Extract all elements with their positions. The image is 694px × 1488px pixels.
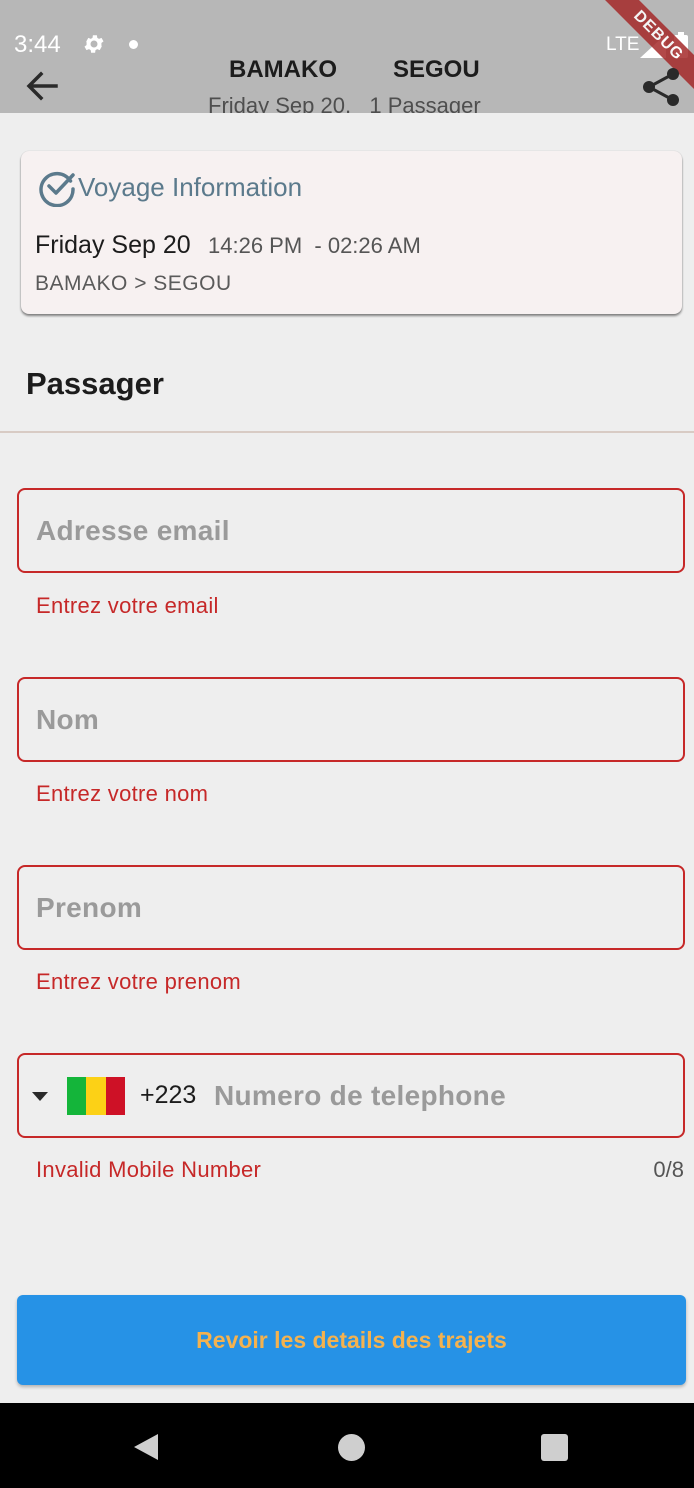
nom-error: Entrez votre nom [36,781,209,806]
nav-home-icon[interactable] [338,1434,365,1461]
phone-field[interactable]: +223 Numero de telephone [17,1053,685,1138]
notification-dot-icon [129,40,138,49]
trip-route: BAMAKO > SEGOU [35,272,232,295]
divider [0,431,694,433]
section-title: Passager [26,366,164,401]
mali-flag-icon[interactable] [67,1077,125,1115]
route-title: BAMAKO SEGOU [0,55,694,85]
flag-stripe-red [105,1077,125,1115]
route-to: SEGOU [393,56,480,83]
prenom-field[interactable]: Prenom [17,865,685,950]
flag-stripe-yellow [86,1077,106,1115]
share-icon[interactable] [640,66,682,108]
card-title: Voyage Information [78,172,303,202]
email-placeholder: Adresse email [36,515,230,546]
voyage-info-card: Voyage Information Friday Sep 20 14:26 P… [21,151,682,314]
gear-icon [84,35,104,53]
flag-stripe-green [67,1077,87,1115]
trip-time: 14:26 PM - 02:26 AM [208,233,421,258]
prenom-placeholder: Prenom [36,892,143,923]
phone-error: Invalid Mobile Number [36,1157,262,1182]
system-nav-bar [0,1403,694,1488]
route-subtitle: Friday Sep 20, 1 Passager [208,93,481,113]
trip-date: Friday Sep 20 [35,231,191,259]
prenom-error: Entrez votre prenom [36,969,242,994]
chevron-down-icon[interactable] [29,1085,51,1107]
check-circle-icon [39,171,75,207]
app-bar: 3:44 LTE DEBUG BAMAKO SEGOU Friday Sep 2… [0,0,694,113]
nav-back-icon[interactable] [132,1432,160,1462]
review-trip-details-button[interactable]: Revoir les details des trajets [17,1295,686,1385]
nav-recents-icon[interactable] [541,1434,568,1461]
phone-char-counter: 0/8 [653,1157,684,1182]
network-label: LTE [606,34,640,55]
email-field[interactable]: Adresse email [17,488,685,573]
nom-placeholder: Nom [36,704,100,735]
phone-placeholder: Numero de telephone [214,1080,506,1111]
status-bar: 3:44 LTE [0,0,694,62]
country-code: +223 [140,1081,197,1109]
nom-field[interactable]: Nom [17,677,685,762]
email-error: Entrez votre email [36,593,219,618]
route-from: BAMAKO [229,56,337,83]
